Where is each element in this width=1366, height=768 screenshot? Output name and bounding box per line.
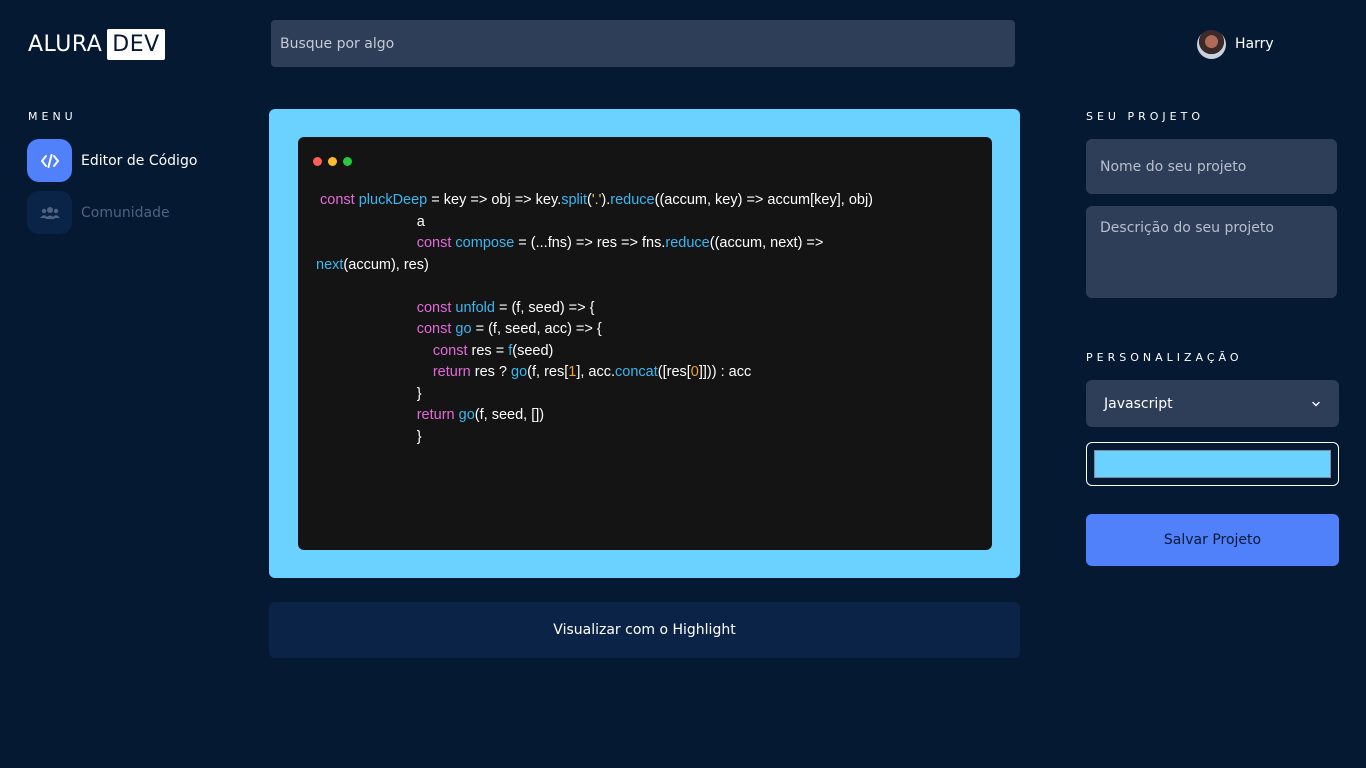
color-swatch xyxy=(1094,450,1331,478)
user-profile[interactable]: Harry xyxy=(1197,29,1274,59)
language-select-value: Javascript xyxy=(1104,395,1173,412)
highlight-button[interactable]: Visualizar com o Highlight xyxy=(269,602,1020,658)
sidebar-item-code-editor[interactable]: Editor de Código xyxy=(27,139,197,182)
project-name-field[interactable] xyxy=(1086,139,1337,194)
editor-frame: const pluckDeep = key => obj => key.spli… xyxy=(269,109,1020,578)
logo[interactable]: ALURA DEV xyxy=(28,29,165,60)
logo-text: ALURA xyxy=(28,32,103,57)
user-name: Harry xyxy=(1235,36,1274,52)
code-editor[interactable]: const pluckDeep = key => obj => key.spli… xyxy=(298,137,992,550)
project-description-field[interactable] xyxy=(1086,206,1337,298)
sidebar-item-community[interactable]: Comunidade xyxy=(27,191,170,234)
customization-section-title: PERSONALIZAÇÃO xyxy=(1086,351,1243,364)
sidebar-item-label: Comunidade xyxy=(81,204,170,221)
maximize-dot-icon xyxy=(343,157,352,166)
window-controls xyxy=(313,157,352,166)
minimize-dot-icon xyxy=(328,157,337,166)
color-picker[interactable] xyxy=(1086,442,1339,486)
sidebar-item-label: Editor de Código xyxy=(81,152,198,169)
users-icon xyxy=(27,191,72,234)
save-project-button[interactable]: Salvar Projeto xyxy=(1086,514,1339,566)
code-icon xyxy=(27,139,72,182)
avatar[interactable] xyxy=(1197,29,1226,59)
project-section-title: SEU PROJETO xyxy=(1086,110,1204,123)
close-dot-icon xyxy=(313,157,322,166)
menu-title: MENU xyxy=(28,110,77,123)
language-select[interactable]: Javascript xyxy=(1086,380,1339,427)
logo-box: DEV xyxy=(107,29,165,60)
chevron-down-icon xyxy=(1312,401,1320,406)
code-content[interactable]: const pluckDeep = key => obj => key.spli… xyxy=(316,190,986,448)
search-input[interactable] xyxy=(271,20,1015,67)
